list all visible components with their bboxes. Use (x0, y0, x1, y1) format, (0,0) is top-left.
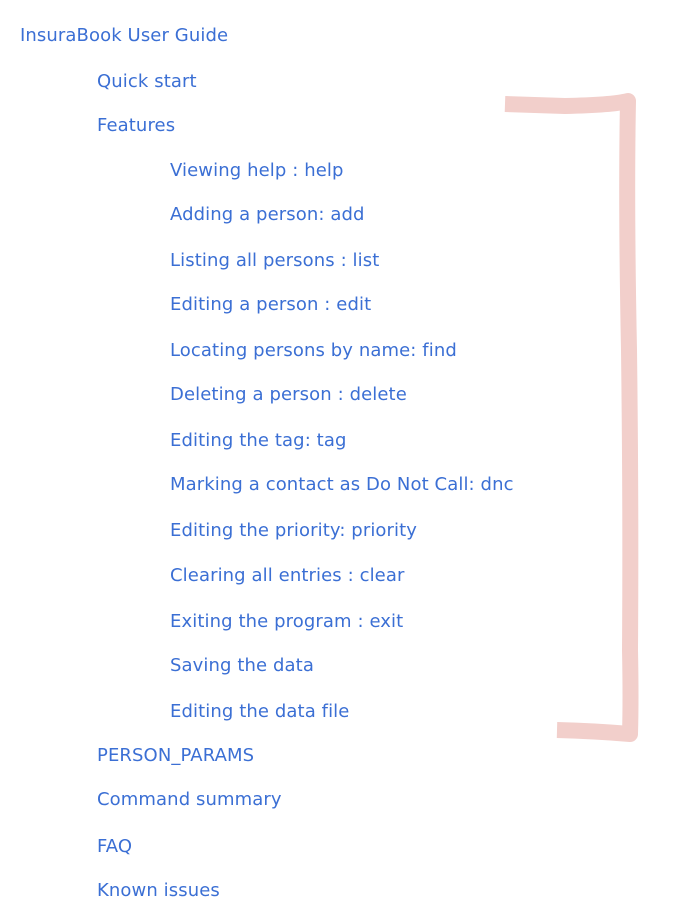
toc-link-find[interactable]: Locating persons by name: find (170, 340, 457, 362)
toc-link-edit[interactable]: Editing a person : edit (170, 294, 371, 316)
toc-link-delete[interactable]: Deleting a person : delete (170, 384, 407, 406)
toc-link-help[interactable]: Viewing help : help (170, 160, 344, 182)
toc-link-quick-start[interactable]: Quick start (97, 71, 197, 93)
toc-link-known-issues[interactable]: Known issues (97, 880, 220, 902)
toc-link-priority[interactable]: Editing the priority: priority (170, 520, 417, 542)
annotation-bracket (504, 93, 639, 742)
toc-link-tag[interactable]: Editing the tag: tag (170, 430, 347, 452)
toc-link-add[interactable]: Adding a person: add (170, 204, 365, 226)
toc-link-command-summary[interactable]: Command summary (97, 789, 282, 811)
toc-link-exit[interactable]: Exiting the program : exit (170, 611, 403, 633)
toc-link-list[interactable]: Listing all persons : list (170, 250, 379, 272)
toc-link-user-guide[interactable]: InsuraBook User Guide (20, 25, 228, 47)
toc-link-dnc[interactable]: Marking a contact as Do Not Call: dnc (170, 474, 514, 496)
toc-link-clear[interactable]: Clearing all entries : clear (170, 565, 405, 587)
toc-link-editing-data-file[interactable]: Editing the data file (170, 701, 349, 723)
toc-link-person-params[interactable]: PERSON_PARAMS (97, 745, 254, 767)
toc-link-saving-data[interactable]: Saving the data (170, 655, 314, 677)
toc-link-features[interactable]: Features (97, 115, 175, 137)
toc-link-faq[interactable]: FAQ (97, 836, 132, 858)
